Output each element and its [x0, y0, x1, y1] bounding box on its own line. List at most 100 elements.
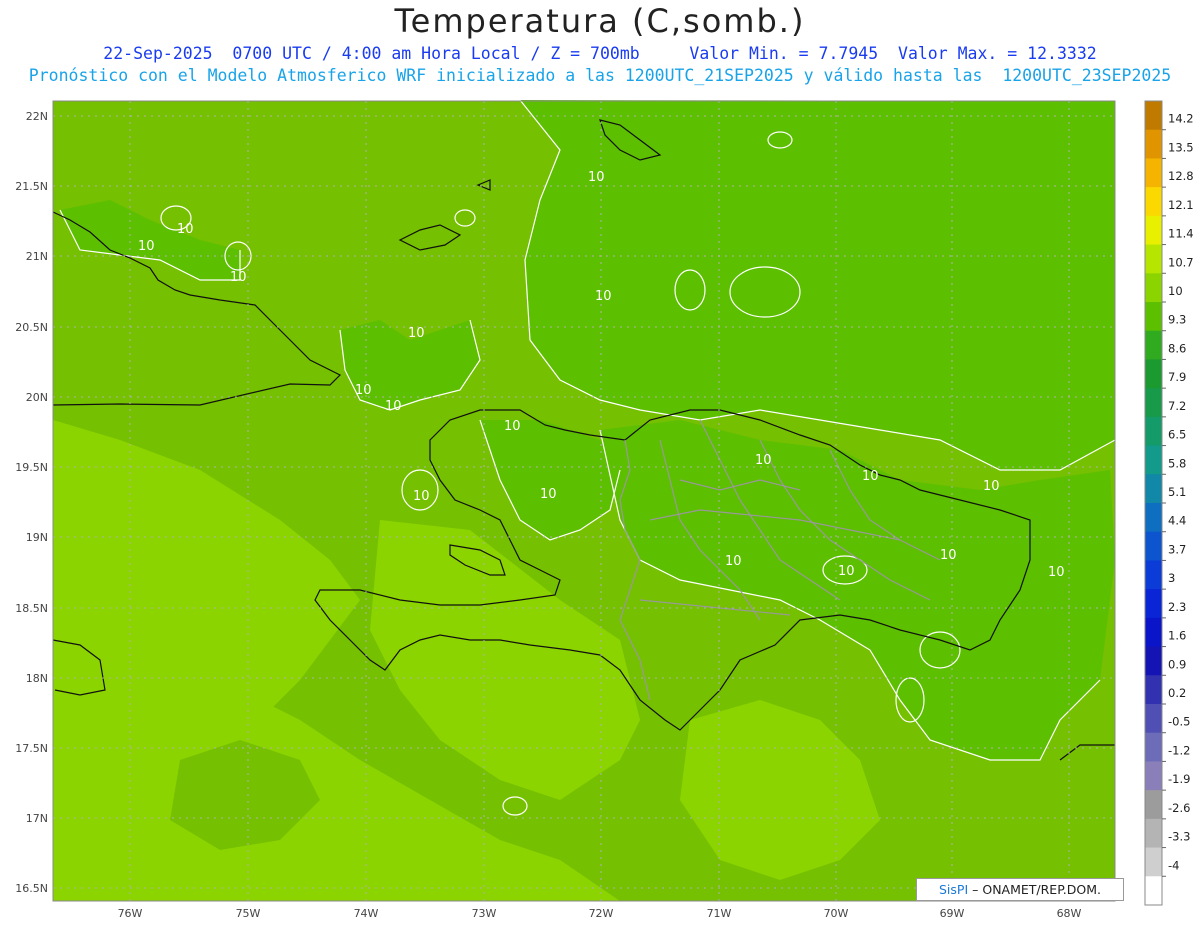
- colorbar-swatch: [1145, 187, 1162, 217]
- latitude-labels: 22N 21.5N 21N 20.5N 20N 19.5N 19N 18.5N …: [15, 110, 48, 895]
- colorbar-swatch: [1145, 646, 1162, 676]
- colorbar-swatch: [1145, 330, 1162, 360]
- colorbar-level-label: 7.2: [1168, 399, 1186, 413]
- contour-label: 10: [177, 222, 194, 237]
- contour-label: 10: [504, 419, 521, 434]
- colorbar-swatch: [1145, 847, 1162, 877]
- contour-label: 10: [983, 479, 1000, 494]
- colorbar-level-label: -2.6: [1168, 801, 1190, 815]
- colorbar-level-label: 5.8: [1168, 456, 1186, 470]
- colorbar-swatch: [1145, 503, 1162, 533]
- lat-label: 17N: [26, 812, 48, 825]
- lat-label: 17.5N: [15, 742, 48, 755]
- colorbar-swatch: [1145, 531, 1162, 561]
- map-canvas: 10 10 10 10 10 10 10 10 10 10 10 10 10 1…: [15, 99, 1194, 920]
- contour-label: 10: [138, 239, 155, 254]
- lon-label: 70W: [824, 907, 849, 920]
- lon-label: 75W: [236, 907, 261, 920]
- contour-label: 10: [595, 289, 612, 304]
- lat-label: 19.5N: [15, 461, 48, 474]
- colorbar-level-label: 1.6: [1168, 629, 1186, 643]
- colorbar-level-label: 12.1: [1168, 198, 1194, 212]
- lat-label: 22N: [26, 110, 48, 123]
- colorbar-level-label: -1.2: [1168, 743, 1190, 757]
- lat-label: 18.5N: [15, 602, 48, 615]
- colorbar: 14.2 13.5 12.8 12.1 11.4 10.7 10 9.3 8.6 7.9 7.2 6.…: [1144, 100, 1194, 906]
- colorbar-level-label: 4.4: [1168, 514, 1186, 528]
- colorbar-level-label: 14.2: [1168, 112, 1194, 126]
- lon-label: 76W: [118, 907, 143, 920]
- lon-label: 71W: [707, 907, 732, 920]
- lat-label: 18N: [26, 672, 48, 685]
- lat-label: 21N: [26, 250, 48, 263]
- contour-label: 10: [725, 554, 742, 569]
- contour-label: 10: [408, 326, 425, 341]
- colorbar-level-label: 7.9: [1168, 370, 1186, 384]
- colorbar-swatch: [1145, 445, 1162, 475]
- lat-label: 21.5N: [15, 180, 48, 193]
- contour-label: 10: [588, 170, 605, 185]
- colorbar-level-label: 0.9: [1168, 657, 1186, 671]
- colorbar-swatch: [1145, 589, 1162, 619]
- colorbar-level-label: -1.9: [1168, 772, 1190, 786]
- colorbar-swatch: [1145, 215, 1162, 246]
- colorbar-swatch: [1145, 302, 1162, 332]
- colorbar-level-label: 2.3: [1168, 600, 1186, 614]
- contour-label: 10: [355, 383, 372, 398]
- colorbar-level-label: -4: [1168, 858, 1179, 872]
- sispi-logo: SisPI: [939, 882, 969, 897]
- lon-label: 72W: [589, 907, 614, 920]
- contour-label: 10: [838, 564, 855, 579]
- lat-label: 20.5N: [15, 321, 48, 334]
- colorbar-level-label: 11.4: [1168, 227, 1194, 241]
- colorbar-swatch: [1145, 359, 1162, 389]
- colorbar-swatch: [1145, 416, 1162, 447]
- colorbar-level-label: 0.2: [1168, 686, 1186, 700]
- lat-label: 20N: [26, 391, 48, 404]
- colorbar-swatch: [1145, 617, 1162, 648]
- colorbar-level-label: -3.3: [1168, 830, 1190, 844]
- lon-label: 74W: [354, 907, 379, 920]
- contour-label: 10: [1048, 565, 1065, 580]
- colorbar-level-label: 6.5: [1168, 428, 1186, 442]
- colorbar-swatch: [1145, 474, 1162, 504]
- colorbar-level-label: -0.5: [1168, 715, 1190, 729]
- colorbar-level-label: 13.5: [1168, 140, 1194, 154]
- contour-label: 10: [540, 487, 557, 502]
- lon-label: 73W: [472, 907, 497, 920]
- contour-label: 10: [413, 489, 430, 504]
- contour-label: 10: [755, 453, 772, 468]
- lat-label: 19N: [26, 531, 48, 544]
- contour-label: 10: [230, 270, 247, 285]
- colorbar-level-label: 10.7: [1168, 255, 1194, 269]
- colorbar-swatch: [1145, 388, 1162, 418]
- lon-label: 69W: [940, 907, 965, 920]
- colorbar-swatch: [1145, 129, 1162, 159]
- colorbar-swatch: [1145, 790, 1162, 820]
- colorbar-level-label: 9.3: [1168, 313, 1186, 327]
- lat-label: 16.5N: [15, 882, 48, 895]
- colorbar-swatch: [1145, 675, 1162, 705]
- colorbar-swatch: [1145, 101, 1162, 131]
- colorbar-swatch: [1145, 761, 1162, 791]
- colorbar-level-label: 10: [1168, 284, 1183, 298]
- colorbar-level-label: 8.6: [1168, 341, 1186, 355]
- colorbar-swatch: [1145, 876, 1162, 906]
- lon-label: 68W: [1057, 907, 1082, 920]
- credit-text: – ONAMET/REP.DOM.: [968, 882, 1101, 897]
- colorbar-swatch: [1145, 818, 1162, 849]
- colorbar-swatch: [1145, 732, 1162, 762]
- colorbar-swatch: [1145, 704, 1162, 734]
- colorbar-swatch: [1145, 560, 1162, 590]
- colorbar-level-label: 3: [1168, 571, 1175, 585]
- colorbar-level-label: 5.1: [1168, 485, 1186, 499]
- colorbar-level-label: 12.8: [1168, 169, 1194, 183]
- colorbar-level-label: 3.7: [1168, 542, 1186, 556]
- colorbar-swatch: [1145, 158, 1162, 188]
- colorbar-swatch: [1145, 244, 1162, 274]
- longitude-labels: 76W 75W 74W 73W 72W 71W 70W 69W 68W: [118, 907, 1082, 920]
- contour-label: 10: [385, 399, 402, 414]
- credit-box: SisPI – ONAMET/REP.DOM.: [916, 878, 1124, 901]
- contour-label: 10: [940, 548, 957, 563]
- contour-label: 10: [862, 469, 879, 484]
